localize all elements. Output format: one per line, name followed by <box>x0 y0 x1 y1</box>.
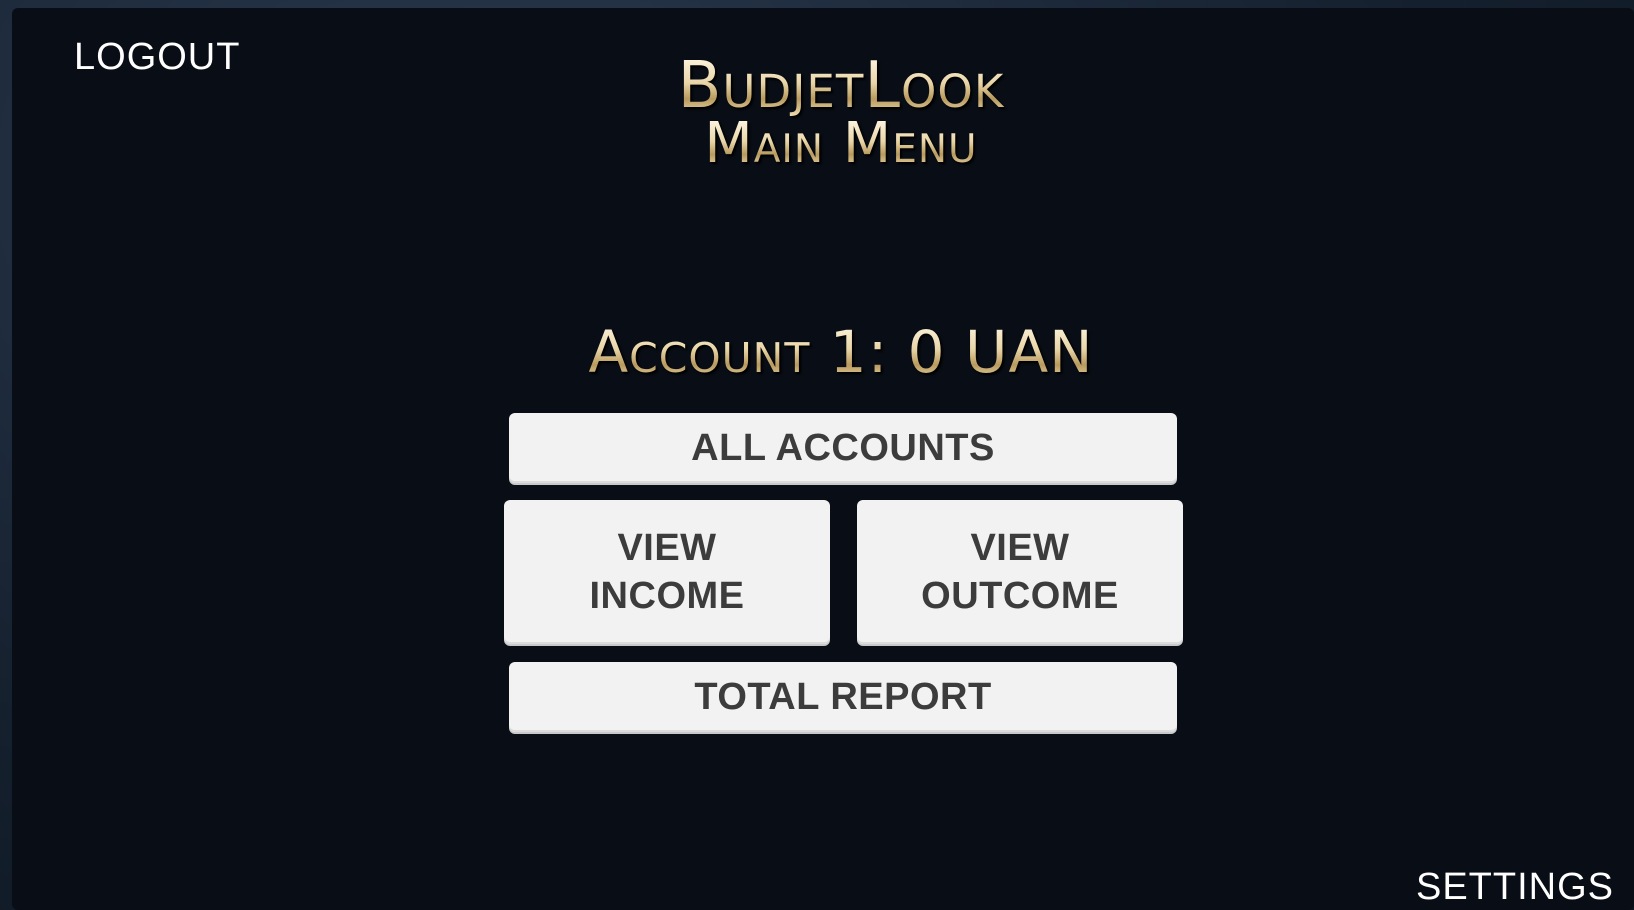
view-outcome-button[interactable]: VIEW OUTCOME <box>857 500 1183 644</box>
view-outcome-label-line1: VIEW <box>970 527 1070 569</box>
view-income-label-line1: VIEW <box>617 527 717 569</box>
app-screen: LOGOUT BudjetLook Main Menu Account 1: 0… <box>12 8 1634 910</box>
view-income-label-line2: INCOME <box>589 575 745 617</box>
all-accounts-label: ALL ACCOUNTS <box>691 426 995 469</box>
view-outcome-label-line2: OUTCOME <box>921 575 1119 617</box>
view-income-button[interactable]: VIEW INCOME <box>504 500 830 644</box>
total-report-label: TOTAL REPORT <box>694 675 992 718</box>
title-block: BudjetLook Main Menu <box>12 54 1634 172</box>
settings-button[interactable]: SETTINGS <box>1416 866 1614 909</box>
total-report-button[interactable]: TOTAL REPORT <box>509 662 1177 732</box>
account-balance: Account 1: 0 UAN <box>12 320 1634 384</box>
device-frame: LOGOUT BudjetLook Main Menu Account 1: 0… <box>0 0 1634 910</box>
app-title: BudjetLook <box>12 54 1634 118</box>
page-title: Main Menu <box>12 116 1634 172</box>
all-accounts-button[interactable]: ALL ACCOUNTS <box>509 413 1177 483</box>
